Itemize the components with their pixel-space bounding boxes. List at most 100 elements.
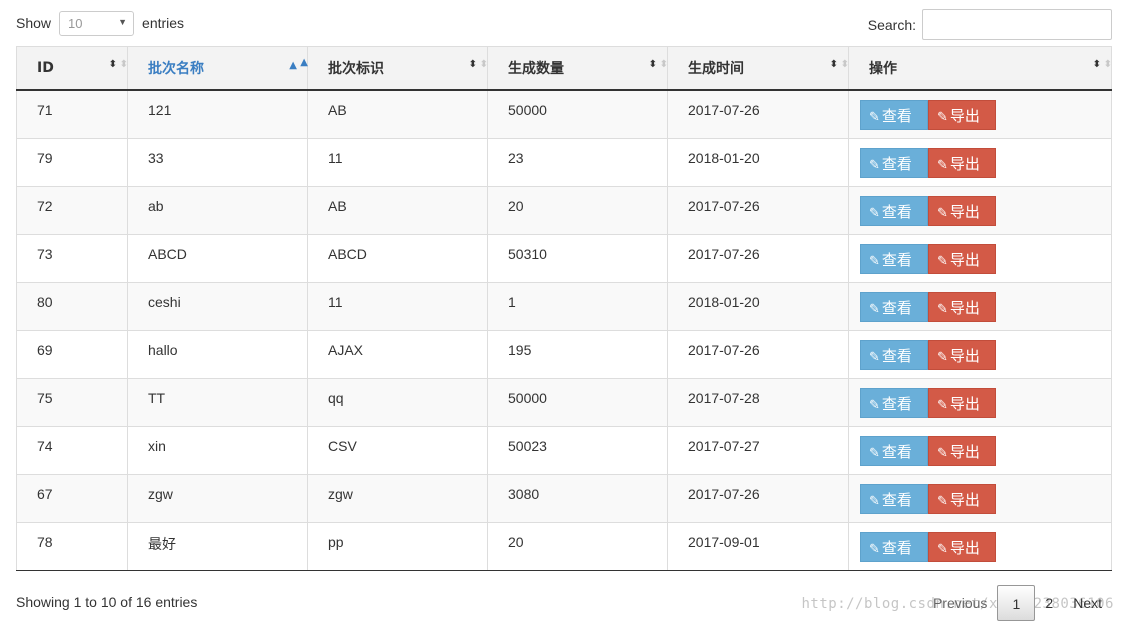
view-button[interactable]: ✎ 查看 <box>860 243 928 274</box>
cell-qty: 3080 <box>487 473 668 523</box>
view-button[interactable]: ✎ 查看 <box>860 483 928 514</box>
view-button[interactable]: ✎ 查看 <box>860 435 928 466</box>
export-button[interactable]: ✎ 导出 <box>928 243 996 274</box>
cell-id: 75 <box>16 377 128 427</box>
export-button[interactable]: ✎ 导出 <box>928 147 996 178</box>
view-button[interactable]: ✎ 查看 <box>860 100 928 130</box>
export-button-label: 导出 <box>949 154 980 173</box>
view-button-label: 查看 <box>881 250 912 269</box>
table-row: 80 ceshi 11 1 2018-01-20 ✎ 查看 ✎ 导出 <box>16 281 1112 331</box>
cell-time: 2017-09-01 <box>667 521 849 571</box>
cell-time: 2017-07-28 <box>667 377 849 427</box>
export-button[interactable]: ✎ 导出 <box>928 195 996 226</box>
page-length-select[interactable]: 10 ▼ <box>59 10 135 36</box>
cell-name: zgw <box>127 473 308 523</box>
edit-icon: ✎ <box>869 157 880 173</box>
edit-icon: ✎ <box>937 445 948 461</box>
edit-icon: ✎ <box>937 205 948 221</box>
view-button-label: 查看 <box>881 298 912 317</box>
edit-icon: ✎ <box>937 493 948 509</box>
export-button[interactable]: ✎ 导出 <box>928 387 996 418</box>
export-button[interactable]: ✎ 导出 <box>928 435 996 466</box>
view-button-label: 查看 <box>881 538 912 557</box>
cell-qty: 50000 <box>487 377 668 427</box>
cell-time: 2017-07-26 <box>667 233 849 283</box>
edit-icon: ✎ <box>869 445 880 461</box>
cell-id: 78 <box>16 521 128 571</box>
export-button[interactable]: ✎ 导出 <box>928 339 996 370</box>
column-header-5[interactable]: 操作 ⬍ ⬍ <box>848 46 1112 91</box>
column-header-0[interactable]: ID ⬍ ⬍ <box>16 46 128 91</box>
edit-icon: ✎ <box>869 205 880 221</box>
next-page-button[interactable]: Next <box>1063 585 1112 621</box>
sort-icon: ⬍ <box>1092 59 1101 70</box>
edit-icon: ✎ <box>869 541 880 557</box>
export-button[interactable]: ✎ 导出 <box>928 100 996 130</box>
cell-id: 72 <box>16 185 128 235</box>
cell-code: ABCD <box>307 233 488 283</box>
search-label: Search: <box>867 16 916 33</box>
cell-name: ABCD <box>127 233 308 283</box>
cell-code: 11 <box>307 281 488 331</box>
table-row: 71 121 AB 50000 2017-07-26 ✎ 查看 ✎ 导出 <box>16 89 1112 139</box>
view-button[interactable]: ✎ 查看 <box>860 339 928 370</box>
view-button-label: 查看 <box>881 394 912 413</box>
export-button-label: 导出 <box>949 490 980 509</box>
column-header-label: 生成数量 <box>508 61 564 77</box>
cell-time: 2017-07-26 <box>667 89 849 139</box>
table-toolbar: Show 10 ▼ entries Search: <box>16 9 1112 40</box>
column-header-label: 生成时间 <box>688 61 744 77</box>
cell-time: 2017-07-26 <box>667 185 849 235</box>
view-button[interactable]: ✎ 查看 <box>860 387 928 418</box>
edit-icon: ✎ <box>869 110 880 125</box>
sort-secondary-icon: ⬍ <box>1103 59 1112 70</box>
show-label: Show <box>16 15 52 31</box>
cell-id: 74 <box>16 425 128 475</box>
cell-time: 2018-01-20 <box>667 281 849 331</box>
edit-icon: ✎ <box>869 253 880 269</box>
view-button-label: 查看 <box>881 202 912 221</box>
cell-code: zgw <box>307 473 488 523</box>
edit-icon: ✎ <box>869 301 880 317</box>
chevron-down-icon: ▼ <box>118 16 128 27</box>
view-button[interactable]: ✎ 查看 <box>860 147 928 178</box>
cell-actions: ✎ 查看 ✎ 导出 <box>848 473 1112 523</box>
batch-table: ID ⬍ ⬍ 批次名称 ▲ ▲ 批次标识 ⬍ ⬍ 生成数量 ⬍ ⬍ 生成时间 ⬍ ⬍ 操作 ⬍ ⬍ 71 121 AB… <box>16 46 1112 571</box>
cell-actions: ✎ 查看 ✎ 导出 <box>848 281 1112 331</box>
table-row: 74 xin CSV 50023 2017-07-27 ✎ 查看 ✎ 导出 <box>16 425 1112 475</box>
cell-name: ceshi <box>127 281 308 331</box>
search-input[interactable] <box>922 9 1112 40</box>
column-header-4[interactable]: 生成时间 ⬍ ⬍ <box>667 46 849 91</box>
table-row: 67 zgw zgw 3080 2017-07-26 ✎ 查看 ✎ 导出 <box>16 473 1112 523</box>
edit-icon: ✎ <box>937 397 948 413</box>
cell-qty: 195 <box>487 329 668 379</box>
column-header-3[interactable]: 生成数量 ⬍ ⬍ <box>487 46 668 91</box>
column-header-2[interactable]: 批次标识 ⬍ ⬍ <box>307 46 488 91</box>
cell-code: qq <box>307 377 488 427</box>
view-button-label: 查看 <box>881 107 912 125</box>
view-button[interactable]: ✎ 查看 <box>860 531 928 562</box>
cell-actions: ✎ 查看 ✎ 导出 <box>848 233 1112 283</box>
sort-icon: ⬍ <box>829 59 838 70</box>
page-button-2[interactable]: 2 <box>1035 585 1063 621</box>
column-header-label: 操作 <box>869 61 897 77</box>
table-row: 69 hallo AJAX 195 2017-07-26 ✎ 查看 ✎ 导出 <box>16 329 1112 379</box>
export-button[interactable]: ✎ 导出 <box>928 531 996 562</box>
page-button-1[interactable]: 1 <box>997 585 1036 621</box>
cell-time: 2017-07-26 <box>667 473 849 523</box>
cell-qty: 50023 <box>487 425 668 475</box>
sort-asc-icon: ▲ <box>289 60 297 71</box>
column-header-label: ID <box>37 60 54 76</box>
column-header-label: 批次标识 <box>328 61 384 77</box>
export-button[interactable]: ✎ 导出 <box>928 291 996 322</box>
previous-page-button[interactable]: Previous <box>923 585 997 621</box>
view-button[interactable]: ✎ 查看 <box>860 195 928 226</box>
cell-code: 11 <box>307 137 488 187</box>
page-length-value: 10 <box>68 15 83 31</box>
column-header-1[interactable]: 批次名称 ▲ ▲ <box>127 46 308 91</box>
view-button[interactable]: ✎ 查看 <box>860 291 928 322</box>
cell-actions: ✎ 查看 ✎ 导出 <box>848 89 1112 139</box>
export-button[interactable]: ✎ 导出 <box>928 483 996 514</box>
table-header-row: ID ⬍ ⬍ 批次名称 ▲ ▲ 批次标识 ⬍ ⬍ 生成数量 ⬍ ⬍ 生成时间 ⬍ ⬍ 操作 ⬍ ⬍ <box>16 46 1112 91</box>
edit-icon: ✎ <box>869 493 880 509</box>
